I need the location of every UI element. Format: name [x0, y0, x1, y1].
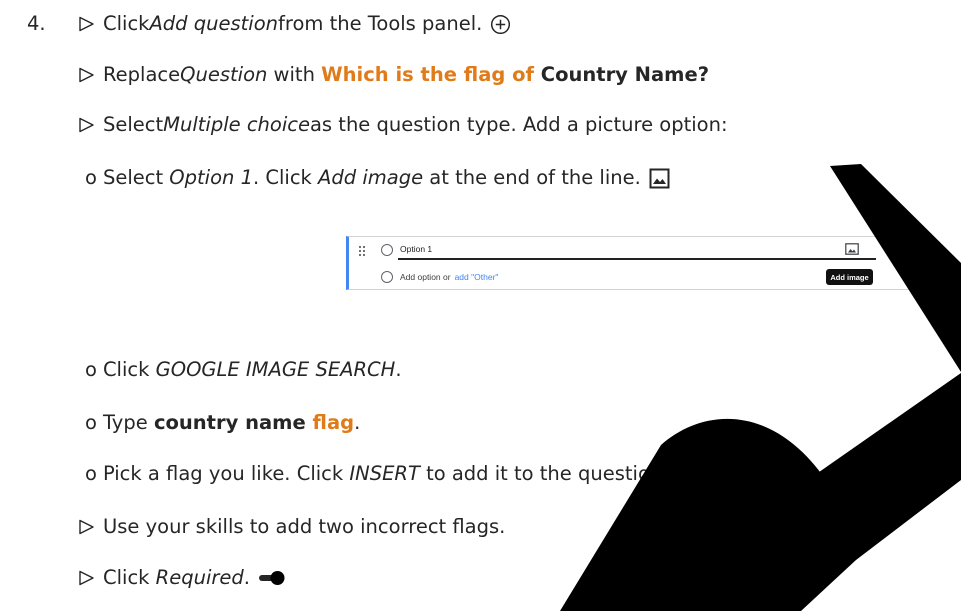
add-image-tooltip: Add image [826, 269, 873, 285]
instruction-click-required: Click Required . [77, 566, 286, 590]
instruction-replace-question: Replace Question with Which is the flag … [77, 63, 709, 87]
substep-google-image-search: o Click GOOGLE IMAGE SEARCH . [85, 358, 402, 381]
add-other-link[interactable]: add "Other" [455, 272, 499, 282]
triangle-right-icon [77, 519, 96, 535]
substep-add-image: o Select Option 1 . Click Add image at t… [85, 166, 670, 190]
form-option-screenshot: Option 1 Add option or add "Other" Add im… [346, 236, 923, 290]
toggle-on-icon [258, 571, 285, 585]
triangle-right-icon [77, 67, 96, 83]
instruction-add-question: Click Add question from the Tools panel. [77, 12, 511, 36]
option-1-label: Option 1 [400, 244, 433, 254]
step-number: 4. [27, 12, 46, 35]
add-option-row[interactable]: Add option or add "Other" [400, 272, 498, 282]
triangle-right-icon [77, 570, 96, 586]
drag-handle-icon [358, 245, 366, 257]
substep-type-country-flag: o Type country name flag . [85, 411, 361, 434]
radio-option-1[interactable] [381, 244, 393, 256]
image-icon [649, 168, 670, 188]
instruction-add-incorrect-flags: Use your skills to add two incorrect fla… [77, 515, 505, 539]
add-image-button-icon[interactable] [845, 243, 859, 255]
plus-circle-icon [491, 14, 511, 34]
triangle-right-icon [77, 117, 96, 133]
radio-add-option[interactable] [381, 271, 393, 283]
substep-pick-flag: o Pick a flag you like. Click INSERT to … [85, 462, 669, 485]
triangle-right-icon [77, 16, 96, 32]
instruction-multiple-choice: Select Multiple choice as the question t… [77, 113, 728, 137]
option-underline [398, 258, 876, 260]
